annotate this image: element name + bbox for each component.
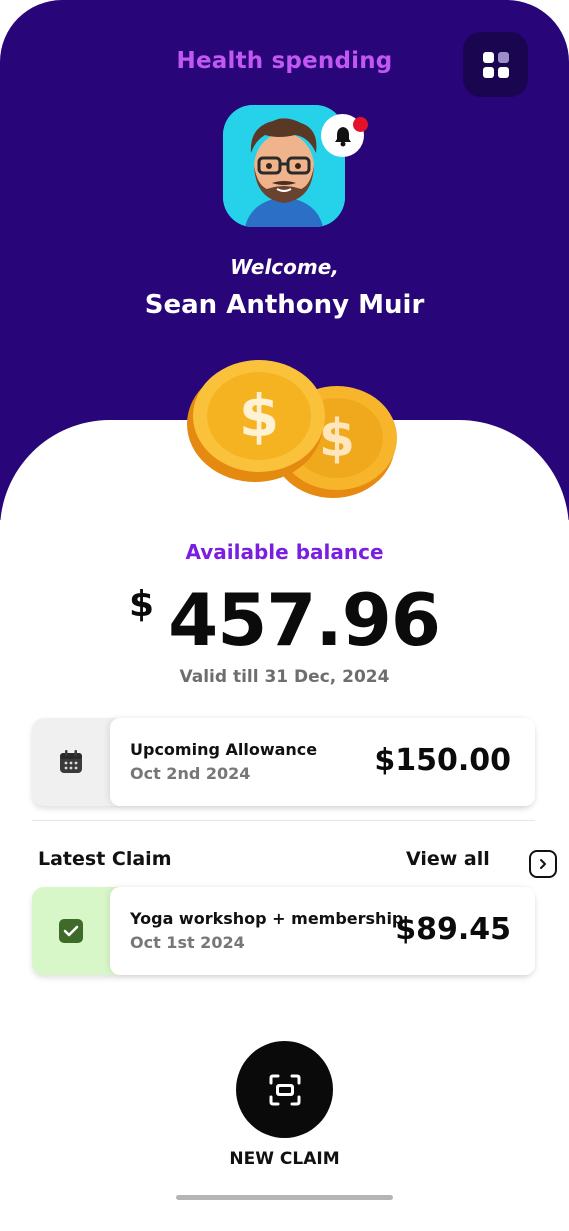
home-indicator bbox=[176, 1195, 393, 1200]
allowance-amount: $150.00 bbox=[374, 743, 511, 778]
claim-amount: $89.45 bbox=[395, 912, 511, 947]
claim-details: Yoga workshop + membership Oct 1st 2024 … bbox=[110, 887, 535, 975]
bell-icon bbox=[334, 126, 351, 146]
latest-claim-heading: Latest Claim bbox=[38, 848, 172, 870]
calendar-icon bbox=[60, 750, 82, 773]
allowance-details: Upcoming Allowance Oct 2nd 2024 $150.00 bbox=[110, 718, 535, 806]
latest-claim-card[interactable]: Yoga workshop + membership Oct 1st 2024 … bbox=[32, 887, 535, 975]
welcome-text: Welcome, bbox=[230, 255, 339, 279]
upcoming-allowance-card[interactable]: Upcoming Allowance Oct 2nd 2024 $150.00 bbox=[32, 718, 535, 806]
allowance-icon-box bbox=[32, 718, 110, 806]
balance-amount: $457.96 bbox=[0, 578, 569, 662]
scan-icon bbox=[269, 1074, 300, 1105]
svg-text:$: $ bbox=[239, 382, 279, 450]
section-divider bbox=[32, 820, 535, 821]
user-name: Sean Anthony Muir bbox=[144, 290, 425, 320]
view-all-link[interactable]: View all bbox=[406, 848, 490, 870]
claim-status-box bbox=[32, 887, 110, 975]
claim-date: Oct 1st 2024 bbox=[130, 933, 245, 952]
menu-grid-button[interactable] bbox=[463, 32, 528, 97]
new-claim-button[interactable] bbox=[236, 1041, 333, 1138]
check-icon bbox=[59, 919, 83, 943]
balance-label: Available balance bbox=[185, 540, 384, 564]
currency-symbol: $ bbox=[129, 584, 155, 625]
new-claim-label: NEW CLAIM bbox=[229, 1149, 340, 1169]
balance-validity: Valid till 31 Dec, 2024 bbox=[179, 667, 390, 687]
coins-illustration: $ $ bbox=[187, 360, 397, 498]
claim-title: Yoga workshop + membership bbox=[130, 909, 404, 928]
app-screen: Health spending Welcome, Sean Anthony Mu… bbox=[0, 0, 569, 1231]
allowance-title: Upcoming Allowance bbox=[130, 740, 318, 759]
allowance-date: Oct 2nd 2024 bbox=[130, 764, 251, 783]
grid-icon bbox=[482, 51, 509, 78]
chevron-right-icon bbox=[540, 859, 546, 869]
balance-value: 457.96 bbox=[168, 578, 441, 662]
notification-dot bbox=[353, 117, 368, 132]
view-all-button[interactable] bbox=[529, 850, 557, 878]
